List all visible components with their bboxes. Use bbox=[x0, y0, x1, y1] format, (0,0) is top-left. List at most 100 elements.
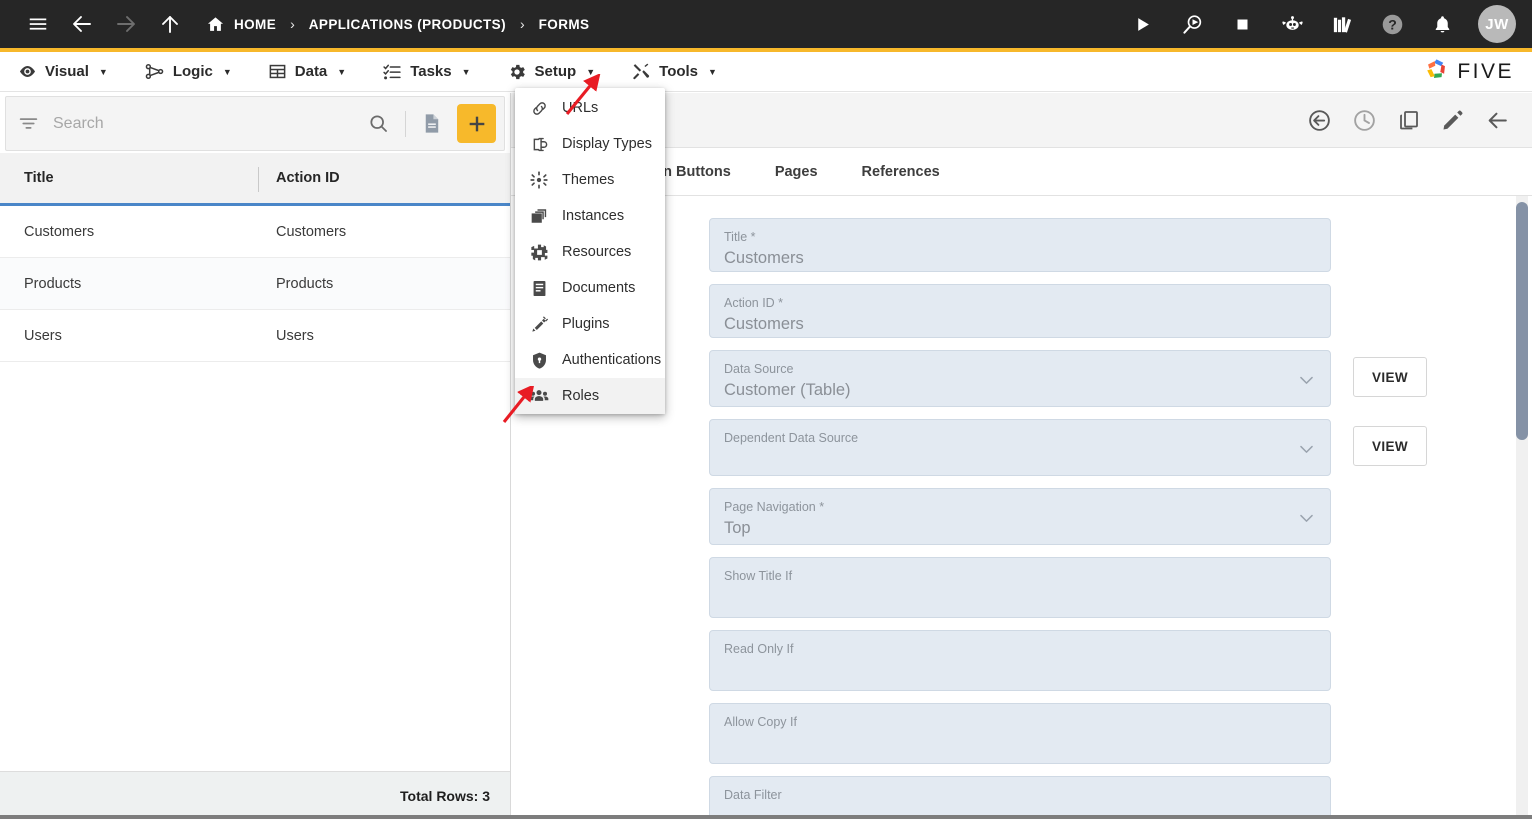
debug-icon[interactable] bbox=[1170, 4, 1214, 44]
table-row[interactable]: Products Products bbox=[0, 258, 510, 310]
breadcrumb-home-label: HOME bbox=[234, 16, 277, 32]
instances-icon bbox=[529, 207, 549, 226]
back-arrow-icon[interactable] bbox=[60, 4, 104, 44]
hamburger-icon[interactable] bbox=[16, 4, 60, 44]
horizontal-scrollbar[interactable] bbox=[0, 815, 1532, 819]
documents-icon bbox=[529, 279, 549, 298]
field-action-id[interactable]: Action ID * Customers bbox=[709, 284, 1331, 338]
topbar-left-group: HOME › APPLICATIONS (PRODUCTS) › FORMS bbox=[0, 4, 593, 44]
history-icon[interactable] bbox=[1352, 108, 1377, 133]
menu-option-roles[interactable]: Roles bbox=[515, 378, 665, 414]
menu-option-plugins[interactable]: Plugins bbox=[515, 306, 665, 342]
avatar-initials: JW bbox=[1485, 15, 1509, 33]
field-dependent-data-source[interactable]: Dependent Data Source bbox=[709, 419, 1331, 476]
menu-item-tools-label: Tools bbox=[659, 63, 699, 80]
menu-item-setup-label: Setup bbox=[534, 63, 577, 80]
field-data-filter[interactable]: Data Filter bbox=[709, 776, 1331, 819]
menu-option-themes[interactable]: Themes bbox=[515, 162, 665, 198]
breadcrumb-forms[interactable]: FORMS bbox=[535, 17, 594, 32]
menu-option-urls-label: URLs bbox=[562, 100, 599, 116]
forward-arrow-icon[interactable] bbox=[104, 4, 148, 44]
search-toolbar bbox=[5, 96, 505, 151]
menu-option-documents[interactable]: Documents bbox=[515, 270, 665, 306]
copy-icon[interactable] bbox=[1397, 108, 1421, 132]
field-read-only-if-label: Read Only If bbox=[724, 642, 794, 656]
form-field-row: Dependent Data Source VIEW bbox=[709, 419, 1532, 476]
menu-option-urls[interactable]: URLs bbox=[515, 90, 665, 126]
menu-item-visual-label: Visual bbox=[45, 63, 89, 80]
chevron-down-icon[interactable] bbox=[1297, 439, 1316, 458]
field-page-navigation-value: Top bbox=[724, 519, 751, 537]
menu-item-logic[interactable]: Logic ▼ bbox=[126, 52, 250, 92]
topbar-actions-group: ? JW bbox=[1120, 4, 1532, 44]
menu-item-visual[interactable]: Visual ▼ bbox=[0, 52, 126, 92]
top-navigation-bar: HOME › APPLICATIONS (PRODUCTS) › FORMS ?… bbox=[0, 0, 1532, 52]
form-field-row: Show Title If bbox=[709, 557, 1532, 618]
field-show-title-if[interactable]: Show Title If bbox=[709, 557, 1331, 618]
field-data-filter-label: Data Filter bbox=[724, 788, 782, 802]
close-panel-icon[interactable] bbox=[1485, 108, 1510, 133]
up-arrow-icon[interactable] bbox=[148, 4, 192, 44]
field-allow-copy-if[interactable]: Allow Copy If bbox=[709, 703, 1331, 764]
menu-option-display-types[interactable]: Display Types bbox=[515, 126, 665, 162]
chat-bot-icon[interactable] bbox=[1270, 4, 1314, 44]
tab-pages[interactable]: Pages bbox=[753, 148, 840, 196]
menu-item-tasks[interactable]: Tasks ▼ bbox=[364, 52, 488, 92]
menu-option-display-types-label: Display Types bbox=[562, 136, 652, 152]
menu-option-resources[interactable]: Resources bbox=[515, 234, 665, 270]
view-dependent-data-source-button[interactable]: VIEW bbox=[1353, 426, 1427, 466]
form-field-row: Allow Copy If bbox=[709, 703, 1532, 764]
edit-icon[interactable] bbox=[1441, 108, 1465, 132]
tab-references[interactable]: References bbox=[840, 148, 962, 196]
stop-icon[interactable] bbox=[1220, 4, 1264, 44]
application-menu-bar: Visual ▼ Logic ▼ Data ▼ Tasks ▼ Setup ▼ … bbox=[0, 52, 1532, 92]
field-title-value: Customers bbox=[724, 249, 804, 267]
table-row[interactable]: Users Users bbox=[0, 310, 510, 362]
document-icon[interactable] bbox=[412, 112, 451, 135]
run-icon[interactable] bbox=[1120, 4, 1164, 44]
filter-icon[interactable] bbox=[18, 113, 39, 134]
link-icon bbox=[529, 99, 549, 118]
table-row[interactable]: Customers Customers bbox=[0, 206, 510, 258]
menu-item-tasks-label: Tasks bbox=[410, 63, 452, 80]
avatar[interactable]: JW bbox=[1478, 5, 1516, 43]
menu-option-authentications[interactable]: Authentications bbox=[515, 342, 665, 378]
menu-option-instances[interactable]: Instances bbox=[515, 198, 665, 234]
notifications-icon[interactable] bbox=[1420, 4, 1464, 44]
menu-item-logic-label: Logic bbox=[172, 63, 213, 80]
breadcrumb-home[interactable]: HOME bbox=[202, 15, 280, 34]
field-dependent-data-source-label: Dependent Data Source bbox=[724, 431, 859, 445]
column-header-action-id[interactable]: Action ID bbox=[276, 170, 340, 186]
form-field-row: Page Navigation * Top bbox=[709, 488, 1532, 545]
field-title[interactable]: Title * Customers bbox=[709, 218, 1331, 272]
menu-option-authentications-label: Authentications bbox=[562, 352, 662, 368]
toolbar-divider bbox=[405, 110, 406, 137]
chevron-down-icon[interactable] bbox=[1297, 370, 1316, 389]
gear-icon bbox=[507, 62, 527, 82]
vertical-scrollbar-thumb[interactable] bbox=[1516, 202, 1528, 440]
breadcrumb-applications[interactable]: APPLICATIONS (PRODUCTS) bbox=[305, 17, 510, 32]
five-logo-icon bbox=[1423, 56, 1450, 88]
field-data-source[interactable]: Data Source Customer (Table) bbox=[709, 350, 1331, 407]
breadcrumb-separator-2: › bbox=[519, 16, 525, 32]
search-input[interactable] bbox=[53, 114, 358, 133]
add-record-button[interactable] bbox=[457, 104, 496, 143]
menu-option-roles-label: Roles bbox=[562, 388, 600, 404]
field-read-only-if[interactable]: Read Only If bbox=[709, 630, 1331, 691]
view-data-source-button[interactable]: VIEW bbox=[1353, 357, 1427, 397]
field-data-source-label: Data Source bbox=[724, 362, 794, 376]
field-page-navigation[interactable]: Page Navigation * Top bbox=[709, 488, 1331, 545]
menu-item-setup[interactable]: Setup ▼ bbox=[489, 52, 614, 92]
menu-item-tools[interactable]: Tools ▼ bbox=[613, 52, 735, 92]
search-icon[interactable] bbox=[358, 113, 399, 134]
library-icon[interactable] bbox=[1320, 4, 1364, 44]
help-icon[interactable]: ? bbox=[1370, 4, 1414, 44]
form-field-row: Action ID * Customers bbox=[709, 284, 1532, 338]
revert-icon[interactable] bbox=[1307, 108, 1332, 133]
menu-item-data[interactable]: Data ▼ bbox=[250, 52, 364, 92]
chevron-down-icon[interactable] bbox=[1297, 508, 1316, 527]
form-field-row: Data Source Customer (Table) VIEW bbox=[709, 350, 1532, 407]
chevron-down-icon: ▼ bbox=[586, 66, 596, 77]
column-header-title[interactable]: Title bbox=[24, 170, 276, 186]
field-allow-copy-if-label: Allow Copy If bbox=[724, 715, 797, 729]
